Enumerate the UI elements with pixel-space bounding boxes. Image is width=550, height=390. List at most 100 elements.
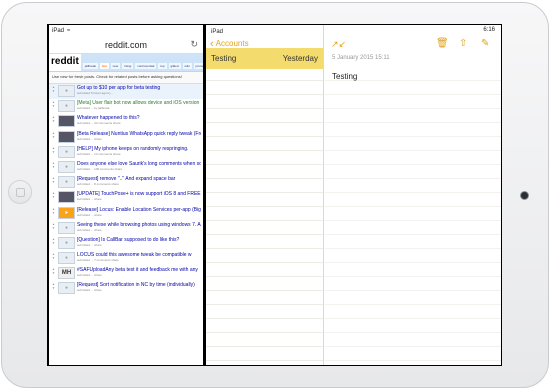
post-thumbnail[interactable] [58,130,75,143]
reddit-logo[interactable]: reddit [49,53,81,71]
post-thumbnail[interactable]: ● [58,282,75,295]
post-meta: submitted ... 14 comments share [77,151,121,156]
post-title-link[interactable]: Seeing these while browsing photos using… [77,222,201,228]
post-row: ▲ ▼ ● Seeing these while browsing photos us… [49,221,203,236]
post-meta: submitted ... share [77,197,102,202]
reddit-tab[interactable]: hot [99,63,109,69]
home-button-square-icon [16,188,25,197]
post-row: ▲ ▼ ● Got up to $10 per app for beta testin… [49,84,203,100]
chevron-left-icon: ‹ [210,37,214,50]
location-arrow-icon[interactable]: ➤ [58,206,75,219]
reddit-tab[interactable]: new [110,63,121,69]
post-row: ▲ ▼ ● [Request] remove ".." And expand spac… [49,175,203,190]
post-thumbnail[interactable] [58,191,75,204]
post-list: ▲ ▼ ● Got up to $10 per app for beta testin… [49,84,203,297]
note-toolbar: 6:16 ↗↙ 🗑 ⇧ ✎ 5 January 2015 15:11 [325,25,501,69]
notes-pane: iPad ‹ Accounts Testing Yesterday 6:16 ↗… [206,25,501,365]
post-meta: submitted ... share [77,212,102,217]
reload-icon[interactable]: ↻ [190,39,198,50]
post-thumbnail[interactable]: ● [58,252,75,265]
post-thumbnail[interactable]: ● [58,85,75,97]
url-text[interactable]: reddit.com [105,40,147,50]
post-meta: submitted ... share [77,227,102,232]
reddit-tab[interactable]: jailbreak [82,63,98,69]
post-thumbnail[interactable]: ● [58,176,75,189]
vote-arrows-icon[interactable]: ▲ ▼ [51,267,56,275]
safari-status-bar: iPad ≈ [49,25,203,36]
camera-icon [521,192,528,199]
note-list-item[interactable]: Testing Yesterday [206,48,323,69]
post-title-link[interactable]: [Beta Release] Nuntius WhatsApp quick re… [77,131,201,137]
vote-arrows-icon[interactable]: ▲ ▼ [51,131,56,139]
notes-status-carrier: iPad [211,29,224,35]
post-meta: submitted ... 44 comments share [77,121,121,126]
reddit-tab[interactable]: controversial [135,63,157,69]
vote-arrows-icon[interactable]: ▲ ▼ [51,207,56,215]
post-thumbnail[interactable]: ● [58,221,75,234]
vote-arrows-icon[interactable]: ▲ ▼ [51,252,56,260]
note-list-title: Testing [211,54,237,63]
status-carrier: iPad [52,27,65,34]
note-detail: 6:16 ↗↙ 🗑 ⇧ ✎ 5 January 2015 15:11 Testi… [325,25,501,365]
post-row: ▲ ▼ [Beta Release] Nuntius WhatsApp quick … [49,130,203,145]
home-button[interactable] [8,180,32,204]
post-thumbnail[interactable]: ● [58,100,75,113]
post-row: ▲ ▼ Whatever happened to this? submitted ..… [49,114,203,129]
post-row: ▲ ▼ ● [Request] Sort notification in NC by … [49,281,203,296]
post-meta: submitted ... share [77,273,102,278]
post-thumbnail[interactable]: MH [58,267,75,280]
vote-arrows-icon[interactable]: ▲ ▼ [51,146,56,154]
post-thumbnail[interactable]: ● [58,145,75,158]
reddit-tab[interactable]: wiki [182,63,192,69]
subreddit-notice: Use new for fresh posts. Check for relat… [49,72,203,84]
vote-arrows-icon[interactable]: ▲ ▼ [51,176,56,184]
post-row: ▲ ▼ ● [HELP] My iphone keeps on randomly re… [49,145,203,160]
trash-icon[interactable]: 🗑 [436,38,449,49]
post-thumbnail[interactable] [58,115,75,128]
vote-arrows-icon[interactable]: ▲ ▼ [51,282,56,290]
post-meta: submitted 5 hours ago by ... [77,91,115,95]
reddit-tab[interactable]: gilded [168,63,181,69]
share-icon[interactable]: ⇧ [459,38,467,49]
notes-status-bar: iPad [206,25,324,39]
post-meta: submitted ... by jailbreak [77,106,110,111]
vote-arrows-icon[interactable]: ▲ ▼ [51,115,56,123]
post-meta: submitted ... 7 comments share [77,258,119,263]
post-row: ▲ ▼ ● [Meta] User flair bot now allows devi… [49,99,203,114]
status-time: 6:16 [483,27,495,33]
compose-icon[interactable]: ✎ [481,38,489,49]
post-row: ▲ ▼ ● LOCUS could this awesome tweak be com… [49,251,203,266]
expand-icon[interactable]: ↗↙ [331,39,346,50]
post-row: ▲ ▼ ➤ [Release] Locus: Enable Location Serv… [49,206,203,221]
back-accounts-button[interactable]: ‹ Accounts [210,37,249,50]
note-detail-date: 5 January 2015 15:11 [332,55,390,61]
post-thumbnail[interactable]: ● [58,160,75,173]
safari-pane: iPad ≈ reddit.com ↻ reddit jailbreak hot n… [49,25,203,365]
vote-arrows-icon[interactable]: ▲ ▼ [51,222,56,230]
reddit-tab[interactable]: rising [122,63,134,69]
back-label: Accounts [215,39,249,48]
vote-arrows-icon[interactable]: ▲ ▼ [51,85,56,93]
post-title-link[interactable]: [HELP] My iphone keeps on randomly respr… [77,146,201,152]
address-bar[interactable]: reddit.com ↻ [49,36,203,54]
vote-arrows-icon[interactable]: ▲ ▼ [51,237,56,245]
post-row: ▲ ▼ ● [Question] Is CallBar supposed to do … [49,236,203,251]
post-row: ▲ ▼ [UPDATE] TouchPose+ is now support iOS… [49,190,203,205]
note-body-text[interactable]: Testing [332,72,357,81]
post-title-link[interactable]: [Release] Locus: Enable Location Service… [77,207,201,213]
vote-arrows-icon[interactable]: ▲ ▼ [51,100,56,108]
post-meta: submitted ... share [77,242,102,247]
vote-arrows-icon[interactable]: ▲ ▼ [51,191,56,199]
reddit-tab[interactable]: promoted [193,63,203,69]
post-meta: submitted ... share [77,136,102,141]
post-row: ▲ ▼ MH #SAFUploadAny beta test it and feedb… [49,266,203,281]
notes-list-column: iPad ‹ Accounts Testing Yesterday [206,25,324,365]
post-meta: submitted ... 8 comments share [77,182,119,187]
note-list-date: Yesterday [282,54,318,63]
vote-arrows-icon[interactable]: ▲ ▼ [51,161,56,169]
post-thumbnail[interactable]: ● [58,236,75,249]
ipad-screen: iPad ≈ reddit.com ↻ reddit jailbreak hot n… [47,24,502,366]
reddit-header: reddit jailbreak hot new rising controversia… [49,53,203,72]
reddit-tab[interactable]: top [158,63,167,69]
post-meta: submitted ... 106 comments share [77,166,123,171]
